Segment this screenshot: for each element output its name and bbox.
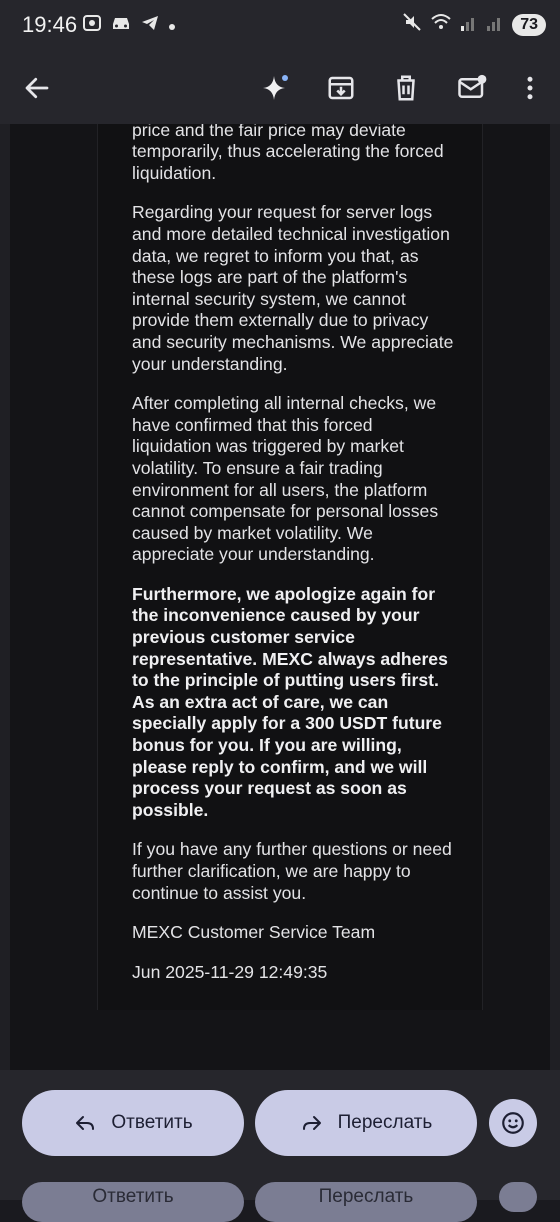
forward-icon xyxy=(302,1116,321,1130)
more-icon xyxy=(527,76,533,100)
status-time: 19:46 xyxy=(22,12,78,37)
email-body-card: In extreme market conditions, the market… xyxy=(97,124,483,1010)
status-left-icons xyxy=(82,14,176,36)
delete-icon xyxy=(397,75,415,101)
message-frame: In extreme market conditions, the market… xyxy=(10,124,550,1070)
more-options-button[interactable] xyxy=(506,64,554,112)
battery-badge: 73 xyxy=(512,13,546,36)
telegram-icon xyxy=(140,14,160,36)
signal-icon xyxy=(486,12,504,37)
react-emoji-button[interactable] xyxy=(489,1099,537,1147)
wifi-icon xyxy=(430,12,452,37)
ghost-forward-label: Переслать xyxy=(318,1186,414,1207)
status-right-icons: 73 xyxy=(402,12,546,37)
status-bar: 19:46 73 xyxy=(0,0,560,52)
ghost-forward-button: Переслать xyxy=(255,1182,477,1222)
ghost-reply-label: Ответить xyxy=(92,1186,174,1207)
ghost-reply-button: Ответить xyxy=(22,1182,244,1222)
reply-icon xyxy=(76,1116,95,1130)
paragraph-apology: Furthermore, we apologize again for the … xyxy=(132,583,448,820)
dot-icon xyxy=(168,15,176,35)
message-content[interactable]: In extreme market conditions, the market… xyxy=(0,124,560,1070)
car-icon xyxy=(110,14,132,36)
archive-icon xyxy=(328,76,354,100)
reply-label: Ответить xyxy=(111,1112,193,1133)
reply-button[interactable]: Ответить xyxy=(22,1090,244,1156)
signal-icon xyxy=(460,12,478,37)
gemini-button[interactable] xyxy=(252,64,300,112)
paragraph-server-logs: Regarding your request for server logs a… xyxy=(132,202,454,374)
archive-button[interactable] xyxy=(317,64,365,112)
delete-button[interactable] xyxy=(382,64,430,112)
signature: MEXC Customer Service Team xyxy=(132,922,376,943)
timestamp: Jun 2025-11-29 12:49:35 xyxy=(132,961,328,982)
forward-button[interactable]: Переслать xyxy=(255,1090,477,1156)
forward-label: Переслать xyxy=(337,1112,433,1133)
mark-unread-icon xyxy=(458,74,487,98)
bottom-action-bar: Ответить Переслать Ответить Переслать xyxy=(0,1070,560,1222)
app-bar xyxy=(0,52,560,124)
paragraph-further-questions: If you have any further questions or nee… xyxy=(132,839,452,903)
paragraph-liquidation: In extreme market conditions, the market… xyxy=(132,124,444,183)
mark-unread-button[interactable] xyxy=(448,64,496,112)
ghost-emoji-button xyxy=(499,1182,537,1212)
back-icon xyxy=(25,77,49,99)
camera-icon xyxy=(82,14,102,36)
emoji-icon xyxy=(502,1112,524,1134)
email-body-text[interactable]: In extreme market conditions, the market… xyxy=(132,124,456,1001)
back-button[interactable] xyxy=(13,64,61,112)
mute-icon xyxy=(402,12,422,37)
paragraph-internal-checks: After completing all internal checks, we… xyxy=(132,393,439,565)
sparkle-icon xyxy=(263,75,288,100)
